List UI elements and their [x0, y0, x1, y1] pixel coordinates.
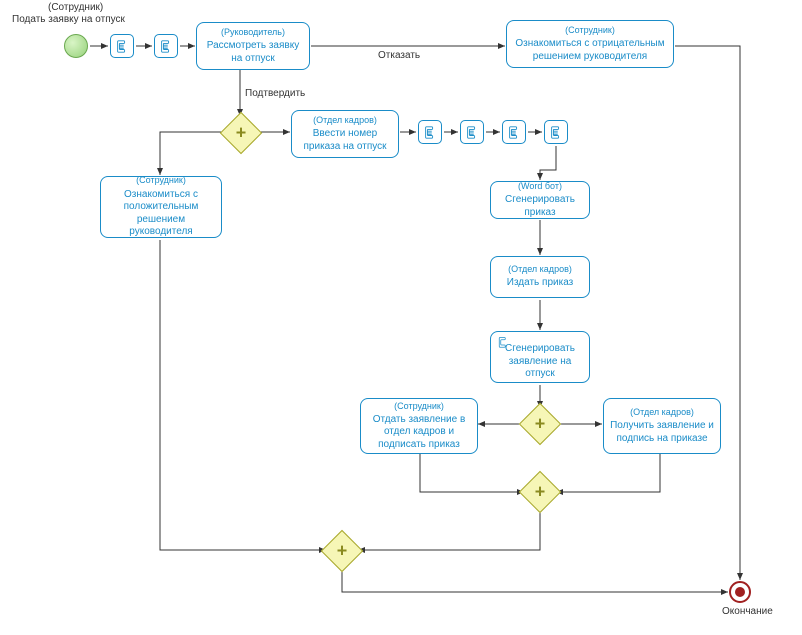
script-task-1[interactable]	[110, 34, 134, 58]
task-submit-sign-role: (Сотрудник)	[367, 401, 471, 412]
script-task-2[interactable]	[154, 34, 178, 58]
end-event-label: Окончание	[722, 606, 773, 617]
edge-label-confirm: Подтвердить	[245, 88, 305, 99]
script-task-6[interactable]	[544, 120, 568, 144]
bpmn-canvas: (Сотрудник) Подать заявку на отпуск (Рук…	[0, 0, 802, 635]
task-ack-positive-title: Ознакомиться с положительным решением ру…	[107, 189, 215, 239]
script-task-4[interactable]	[460, 120, 484, 144]
gateway-join-3[interactable]	[519, 471, 561, 513]
task-ack-positive-role: (Сотрудник)	[107, 175, 215, 186]
edge-label-refuse: Отказать	[378, 50, 420, 61]
task-enter-order-no[interactable]: (Отдел кадров) Ввести номер приказа на о…	[291, 110, 399, 158]
pool-role-label: (Сотрудник)	[48, 2, 103, 13]
gateway-split-2[interactable]	[519, 403, 561, 445]
script-task-3[interactable]	[418, 120, 442, 144]
task-receive-sign-title: Получить заявление и подпись на приказе	[610, 420, 714, 445]
task-gen-order[interactable]: (Word бот) Сгенерировать приказ	[490, 181, 590, 219]
script-task-5[interactable]	[502, 120, 526, 144]
edges-layer	[0, 0, 802, 635]
gateway-join-4[interactable]	[321, 530, 363, 572]
task-receive-sign-role: (Отдел кадров)	[610, 407, 714, 418]
script-icon	[497, 336, 509, 353]
task-review-role: (Руководитель)	[203, 27, 303, 38]
task-submit-sign-title: Отдать заявление в отдел кадров и подпис…	[367, 414, 471, 452]
task-review[interactable]: (Руководитель) Рассмотреть заявку на отп…	[196, 22, 310, 70]
task-ack-negative[interactable]: (Сотрудник) Ознакомиться с отрицательным…	[506, 20, 674, 68]
task-ack-positive[interactable]: (Сотрудник) Ознакомиться с положительным…	[100, 176, 222, 238]
task-gen-order-title: Сгенерировать приказ	[497, 194, 583, 219]
task-enter-order-role: (Отдел кадров)	[298, 115, 392, 126]
end-event[interactable]	[729, 581, 751, 603]
task-issue-order-title: Издать приказ	[497, 277, 583, 290]
gateway-split-1[interactable]	[220, 112, 262, 154]
task-issue-order-role: (Отдел кадров)	[497, 264, 583, 275]
task-review-title: Рассмотреть заявку на отпуск	[203, 40, 303, 65]
task-ack-negative-title: Ознакомиться с отрицательным решением ру…	[513, 38, 667, 63]
task-gen-statement[interactable]: Сгенерировать заявление на отпуск	[490, 331, 590, 383]
task-gen-order-role: (Word бот)	[497, 181, 583, 192]
task-issue-order[interactable]: (Отдел кадров) Издать приказ	[490, 256, 590, 298]
task-gen-statement-title: Сгенерировать заявление на отпуск	[497, 343, 583, 381]
task-submit-sign[interactable]: (Сотрудник) Отдать заявление в отдел кад…	[360, 398, 478, 454]
pool-title-label: Подать заявку на отпуск	[12, 14, 125, 25]
task-enter-order-title: Ввести номер приказа на отпуск	[298, 128, 392, 153]
start-event[interactable]	[64, 34, 88, 58]
task-ack-negative-role: (Сотрудник)	[513, 25, 667, 36]
task-receive-sign[interactable]: (Отдел кадров) Получить заявление и подп…	[603, 398, 721, 454]
